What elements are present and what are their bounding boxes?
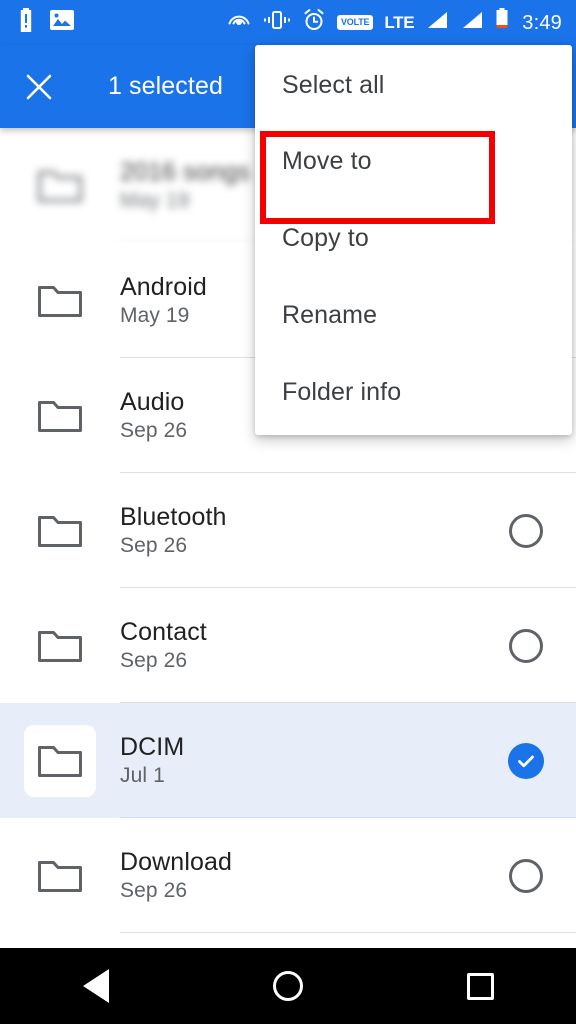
status-bar-left-icons	[18, 8, 74, 37]
row-checkbox-checked[interactable]	[508, 742, 544, 779]
overflow-menu[interactable]: Select all Move to Copy to Rename Folder…	[255, 45, 572, 435]
row-checkbox-unchecked[interactable]	[509, 858, 543, 893]
row-divider	[120, 932, 576, 933]
icon-chip	[24, 380, 96, 452]
row-text-cell: Contact Sep 26	[120, 619, 476, 672]
photo-icon	[50, 9, 74, 36]
row-icon-cell	[0, 473, 120, 588]
phone-screen: VOLTE LTE 3:49 1 selected 2016 songs May…	[0, 0, 576, 1024]
folder-icon	[38, 285, 82, 317]
row-icon-cell	[0, 703, 120, 818]
back-triangle-icon	[83, 969, 109, 1003]
row-checkbox-unchecked[interactable]	[509, 628, 543, 663]
menu-item-select-all[interactable]: Select all	[255, 47, 572, 123]
row-icon-cell	[0, 243, 120, 358]
row-check-cell[interactable]	[476, 742, 576, 779]
folder-icon	[38, 745, 82, 777]
home-circle-icon	[273, 971, 303, 1001]
icon-chip	[24, 610, 96, 682]
volte-badge: VOLTE	[336, 15, 374, 30]
row-check-cell[interactable]	[476, 628, 576, 663]
close-icon	[26, 74, 52, 99]
selection-count-title: 1 selected	[108, 72, 223, 100]
status-bar: VOLTE LTE 3:49	[0, 0, 576, 45]
folder-icon	[38, 170, 82, 202]
android-navigation-bar	[0, 948, 576, 1024]
list-item[interactable]: Bluetooth Sep 26	[0, 473, 576, 588]
row-check-cell[interactable]	[476, 513, 576, 548]
signal-bars-icon-1	[425, 9, 449, 36]
list-item-selected[interactable]: DCIM Jul 1	[0, 703, 576, 818]
row-title: Bluetooth	[120, 502, 227, 531]
icon-chip	[24, 265, 96, 337]
battery-alert-icon	[18, 8, 34, 37]
list-item[interactable]: Download Sep 26	[0, 818, 576, 933]
menu-item-folder-info[interactable]: Folder info	[255, 354, 572, 431]
folder-icon	[38, 630, 82, 662]
row-text-cell: DCIM Jul 1	[120, 734, 476, 787]
folder-icon	[38, 400, 82, 432]
network-type-label: LTE	[384, 13, 415, 32]
folder-icon	[38, 515, 82, 547]
menu-item-copy-to[interactable]: Copy to	[255, 200, 572, 277]
row-checkbox-unchecked[interactable]	[509, 513, 543, 548]
nav-recents-button[interactable]	[420, 948, 540, 1024]
row-date: Jul 1	[120, 764, 165, 788]
battery-icon	[495, 8, 509, 37]
alarm-icon	[302, 8, 326, 37]
icon-chip	[24, 724, 96, 797]
menu-item-rename[interactable]: Rename	[255, 277, 572, 354]
row-icon-cell	[0, 358, 120, 473]
signal-bars-icon-2	[460, 9, 484, 36]
row-title: DCIM	[120, 732, 185, 761]
hotspot-icon	[226, 8, 252, 37]
row-title: Contact	[120, 617, 207, 646]
status-bar-right-icons: VOLTE LTE 3:49	[226, 8, 562, 37]
row-icon-cell	[0, 128, 120, 243]
check-icon	[518, 755, 534, 767]
menu-item-move-to[interactable]: Move to	[255, 123, 572, 200]
row-text-cell: Bluetooth Sep 26	[120, 504, 476, 557]
row-date: Sep 26	[120, 649, 188, 673]
row-date: Sep 26	[120, 534, 188, 558]
recents-square-icon	[466, 972, 494, 1000]
nav-back-button[interactable]	[36, 948, 156, 1024]
row-text-cell: Download Sep 26	[120, 849, 476, 902]
status-bar-clock: 3:49	[522, 11, 562, 34]
close-selection-button[interactable]	[0, 45, 78, 128]
icon-chip	[24, 495, 96, 567]
row-icon-cell	[0, 818, 120, 933]
row-title: Download	[120, 847, 232, 876]
icon-chip	[24, 150, 96, 222]
row-icon-cell	[0, 588, 120, 703]
vibrate-icon	[263, 8, 291, 37]
row-date: Sep 26	[120, 879, 188, 903]
folder-icon	[38, 860, 82, 892]
list-item[interactable]: Contact Sep 26	[0, 588, 576, 703]
nav-home-button[interactable]	[228, 948, 348, 1024]
icon-chip	[24, 840, 96, 912]
row-check-cell[interactable]	[476, 858, 576, 893]
